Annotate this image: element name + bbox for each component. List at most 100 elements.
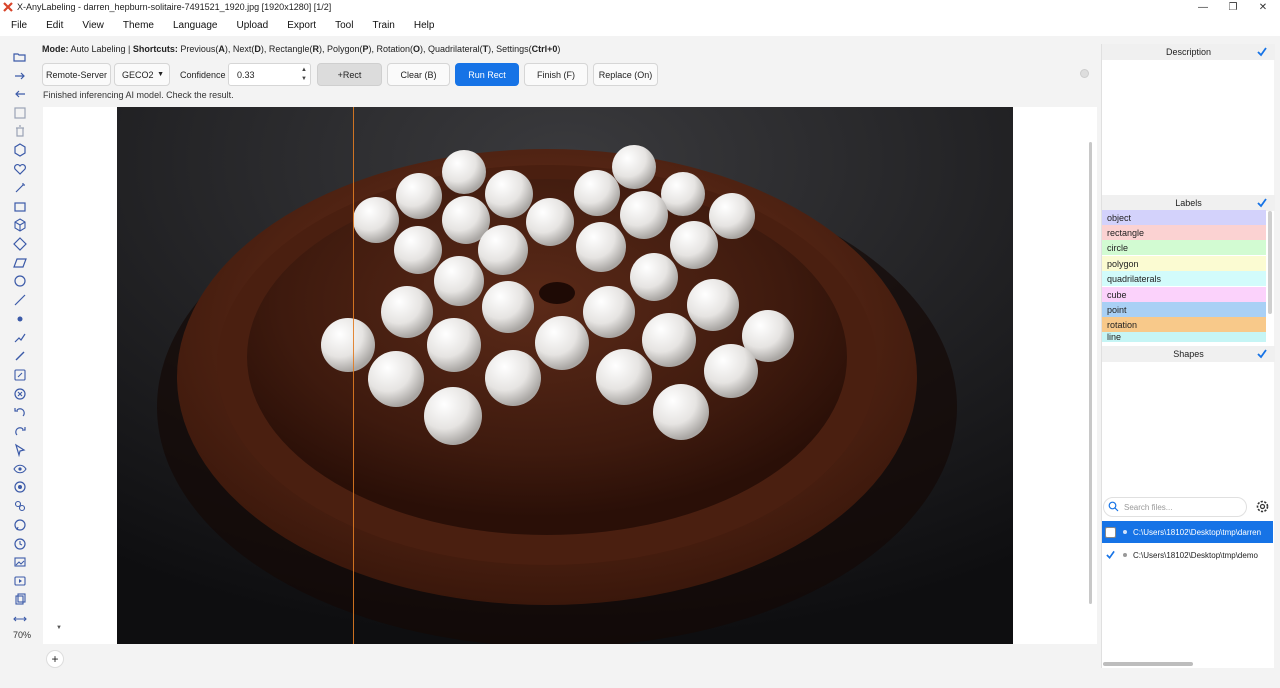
right-panel: Description Labels Shapes xyxy=(1101,44,1275,668)
status-dot-icon xyxy=(1123,553,1127,557)
label-item-rectangle[interactable]: rectangle xyxy=(1102,225,1266,240)
checkmark-icon[interactable] xyxy=(1257,198,1267,208)
cube-icon[interactable] xyxy=(13,218,27,232)
polygon-icon[interactable] xyxy=(13,143,27,157)
image-canvas[interactable] xyxy=(117,107,1013,644)
cancel-icon[interactable] xyxy=(13,387,27,401)
shortcut-text: ), Quadrilateral( xyxy=(420,44,483,54)
menu-file[interactable]: File xyxy=(11,20,27,31)
file-list-scrollbar[interactable] xyxy=(1103,662,1193,666)
gear-icon[interactable] xyxy=(1255,499,1270,514)
rectangle-icon[interactable] xyxy=(13,200,27,214)
brush-icon[interactable] xyxy=(13,349,27,363)
diamond-icon[interactable] xyxy=(13,237,27,251)
label-item-polygon[interactable]: polygon xyxy=(1102,256,1266,271)
menu-theme[interactable]: Theme xyxy=(123,20,154,31)
canvas-scrollbar[interactable] xyxy=(1089,142,1092,604)
group-icon[interactable] xyxy=(13,499,27,513)
redo-icon[interactable] xyxy=(13,424,27,438)
point-icon[interactable] xyxy=(13,312,27,326)
shortcut-text: ), Next( xyxy=(224,44,255,54)
checkmark-icon[interactable] xyxy=(1257,349,1267,359)
model-select-value: GECO2 xyxy=(122,69,154,80)
close-button[interactable]: ✕ xyxy=(1248,0,1278,14)
circle-icon[interactable] xyxy=(13,274,27,288)
search-icon xyxy=(1108,501,1119,512)
maximize-button[interactable]: ❐ xyxy=(1218,0,1248,14)
menu-help[interactable]: Help xyxy=(414,20,435,31)
image-icon[interactable] xyxy=(13,555,27,569)
label-item-point[interactable]: point xyxy=(1102,302,1266,317)
label-item-rotation[interactable]: rotation xyxy=(1102,317,1266,332)
linestrip-icon[interactable] xyxy=(13,330,27,344)
window-title: X-AnyLabeling - darren_hepburn-solitaire… xyxy=(17,2,332,12)
left-toolbar xyxy=(0,44,40,644)
eye-icon[interactable] xyxy=(13,462,27,476)
run-rect-button[interactable]: Run Rect xyxy=(455,63,519,86)
heart-icon[interactable] xyxy=(13,162,27,176)
minimize-button[interactable]: — xyxy=(1188,0,1218,14)
edit-icon[interactable] xyxy=(13,368,27,382)
quad-icon[interactable] xyxy=(13,256,27,270)
next-icon[interactable] xyxy=(13,69,27,83)
shortcut-text: ), Rectangle( xyxy=(260,44,313,54)
undo-icon[interactable] xyxy=(13,405,27,419)
file-row[interactable]: C:\Users\18102\Desktop\tmp\darren xyxy=(1102,521,1273,543)
spin-up-icon[interactable]: ▲ xyxy=(301,66,307,75)
menu-upload[interactable]: Upload xyxy=(236,20,268,31)
prev-icon[interactable] xyxy=(13,87,27,101)
server-button[interactable]: Remote-Server xyxy=(42,63,111,86)
mode-label: Mode: xyxy=(42,44,69,54)
menu-view[interactable]: View xyxy=(82,20,104,31)
title-bar: X-AnyLabeling - darren_hepburn-solitaire… xyxy=(0,0,1280,14)
menu-edit[interactable]: Edit xyxy=(46,20,63,31)
settings-dot-icon[interactable] xyxy=(1080,69,1089,78)
clock-icon[interactable] xyxy=(13,537,27,551)
status-message: Finished inferencing AI model. Check the… xyxy=(43,90,234,100)
shortcut-key: O xyxy=(413,44,421,54)
file-checkbox[interactable] xyxy=(1105,526,1116,538)
shortcut-text: ) xyxy=(557,44,561,54)
model-select[interactable]: GECO2 ▼ xyxy=(114,63,170,86)
crosshair-guide xyxy=(353,107,354,644)
file-checkbox[interactable] xyxy=(1105,549,1116,561)
label-item-cube[interactable]: cube xyxy=(1102,287,1266,302)
zoom-level: 70% xyxy=(13,630,32,640)
magic-icon[interactable] xyxy=(13,181,27,195)
label-item-circle[interactable]: circle xyxy=(1102,240,1266,255)
confidence-label: Confidence xyxy=(180,69,226,80)
video-icon[interactable] xyxy=(13,574,27,588)
plus-icon: + xyxy=(51,652,59,666)
shortcut-text: ), Polygon( xyxy=(318,44,363,54)
finish-button[interactable]: Finish (F) xyxy=(524,63,588,86)
file-row[interactable]: C:\Users\18102\Desktop\tmp\demo xyxy=(1102,544,1273,566)
mode-value: Auto Labeling | xyxy=(68,44,133,54)
file-search-input[interactable]: Search files... xyxy=(1103,497,1247,517)
label-item-quadrilaterals[interactable]: quadrilaterals xyxy=(1102,271,1266,286)
target-icon[interactable] xyxy=(13,480,27,494)
collapse-arrow-icon[interactable]: ▼ xyxy=(56,625,62,631)
menu-language[interactable]: Language xyxy=(173,20,218,31)
shortcut-text: Previous( xyxy=(177,44,219,54)
line-icon[interactable] xyxy=(13,293,27,307)
fit-width-icon[interactable] xyxy=(13,612,27,626)
replace-button[interactable]: Replace (On) xyxy=(593,63,658,86)
label-item-line[interactable]: line xyxy=(1102,332,1266,342)
open-folder-icon[interactable] xyxy=(13,50,27,64)
save-icon[interactable] xyxy=(13,106,27,120)
delete-icon[interactable] xyxy=(13,124,27,138)
labels-scrollbar[interactable] xyxy=(1268,211,1272,314)
menu-export[interactable]: Export xyxy=(287,20,316,31)
cursor-icon[interactable] xyxy=(13,443,27,458)
menu-train[interactable]: Train xyxy=(372,20,394,31)
spin-down-icon[interactable]: ▼ xyxy=(301,75,307,84)
add-rect-button[interactable]: +Rect xyxy=(317,63,382,86)
clear-button[interactable]: Clear (B) xyxy=(387,63,450,86)
menu-tool[interactable]: Tool xyxy=(335,20,353,31)
add-button[interactable]: + xyxy=(46,650,64,668)
chat-icon[interactable] xyxy=(13,518,27,532)
confidence-spinbox[interactable]: 0.33 ▲ ▼ xyxy=(228,63,311,86)
copy-icon[interactable] xyxy=(13,593,27,607)
checkmark-icon[interactable] xyxy=(1257,47,1267,57)
label-item-object[interactable]: object xyxy=(1102,210,1266,225)
